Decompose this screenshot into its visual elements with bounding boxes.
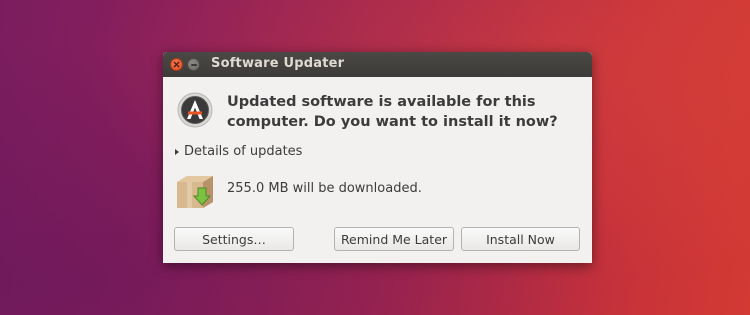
minimize-icon[interactable] xyxy=(187,58,200,71)
software-updater-dialog: Software Updater Updated software is ava… xyxy=(163,52,592,263)
software-updater-icon xyxy=(177,92,213,128)
details-expander[interactable]: Details of updates xyxy=(175,144,302,159)
download-size-text: 255.0 MB will be downloaded. xyxy=(227,181,422,196)
package-download-icon xyxy=(177,176,213,208)
install-now-button[interactable]: Install Now xyxy=(461,227,580,251)
settings-button[interactable]: Settings… xyxy=(174,227,294,251)
window-title: Software Updater xyxy=(211,56,345,71)
close-icon[interactable] xyxy=(170,58,183,71)
disclosure-triangle-icon xyxy=(175,148,179,155)
details-label: Details of updates xyxy=(184,144,303,159)
remind-me-later-button[interactable]: Remind Me Later xyxy=(334,227,454,251)
title-bar[interactable]: Software Updater xyxy=(163,52,592,77)
update-headline: Updated software is available for this c… xyxy=(227,94,558,130)
